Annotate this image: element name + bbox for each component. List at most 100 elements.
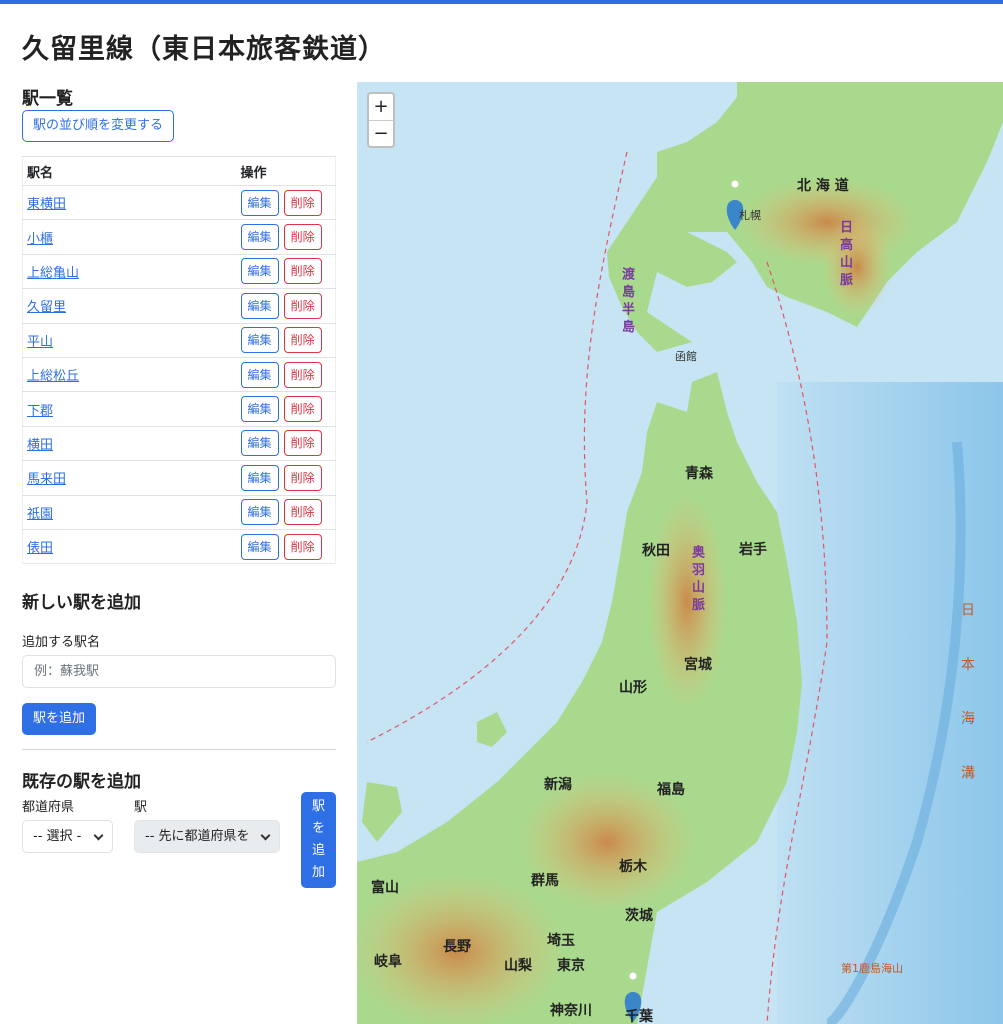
map-label-nagano: 長野 — [443, 939, 471, 955]
map-label-chiba: 千葉 — [625, 1009, 653, 1024]
station-name-cell: 久留里 — [22, 288, 237, 324]
edit-button[interactable]: 編集 — [240, 464, 279, 491]
station-link[interactable]: 下郡 — [27, 404, 53, 419]
map-label-aomori: 青森 — [685, 466, 713, 482]
add-station-button[interactable]: 駅を追加 — [22, 703, 97, 735]
button-char: 加 — [311, 865, 325, 880]
button-char: を — [311, 821, 325, 836]
edit-button[interactable]: 編集 — [240, 189, 279, 216]
map-label-seamount: 第1鹿島海山 — [841, 962, 903, 975]
station-link[interactable]: 久留里 — [27, 300, 66, 315]
table-row: 久留里 編集 削除 — [22, 288, 336, 324]
new-station-input[interactable]: 例：蘇我駅 — [22, 655, 336, 688]
actions-cell: 編集 削除 — [236, 528, 336, 564]
top-accent-bar — [0, 0, 1003, 4]
table-row: 横田 編集 削除 — [22, 425, 336, 461]
map-label-tochigi: 栃木 — [619, 859, 647, 875]
prefecture-select-value: -- 選択 - — [33, 829, 82, 844]
delete-button[interactable]: 削除 — [283, 258, 322, 285]
station-link[interactable]: 東横田 — [27, 197, 66, 212]
station-name-cell: 横田 — [22, 425, 237, 461]
station-link[interactable]: 上総松丘 — [27, 369, 79, 384]
map-label-ibaraki: 茨城 — [625, 908, 653, 924]
station-table: 駅名 操作 東横田 編集 削除 小櫃 編集 削除 上総亀山 編集 削除 久留里 編集 削除 平山… — [22, 156, 336, 565]
map-label-toyama: 富山 — [371, 880, 399, 896]
edit-button[interactable]: 編集 — [240, 224, 279, 251]
table-row: 小櫃 編集 削除 — [22, 219, 336, 255]
edit-button[interactable]: 編集 — [240, 327, 279, 354]
map-label-hakodate: 函館 — [675, 350, 697, 363]
actions-cell: 編集 削除 — [236, 460, 336, 496]
station-name-cell: 上総亀山 — [22, 253, 237, 289]
map-terrain — [357, 82, 1003, 1024]
new-station-label: 追加する駅名 — [22, 635, 101, 650]
station-name-cell: 平山 — [22, 322, 237, 358]
table-row: 馬来田 編集 削除 — [22, 460, 336, 496]
map-label-trench: 日 本 海 溝 — [959, 602, 975, 798]
table-row: 祇園 編集 削除 — [22, 494, 336, 530]
table-row: 上総松丘 編集 削除 — [22, 356, 336, 392]
delete-button[interactable]: 削除 — [283, 430, 322, 457]
station-link[interactable]: 祇園 — [27, 507, 53, 522]
station-link[interactable]: 馬来田 — [27, 472, 66, 487]
edit-button[interactable]: 編集 — [240, 292, 279, 319]
hidaka-mountains — [822, 217, 892, 317]
map-label-gifu: 岐阜 — [374, 954, 402, 970]
edit-button[interactable]: 編集 — [240, 396, 279, 423]
delete-button[interactable]: 削除 — [283, 189, 322, 216]
edit-button[interactable]: 編集 — [240, 499, 279, 526]
map-label-akita: 秋田 — [642, 543, 670, 559]
zoom-out-button[interactable]: − — [369, 120, 393, 146]
map-label-hidaka: 日 高 山 脈 — [837, 220, 852, 286]
map-label-ou: 奥 羽 山 脈 — [689, 545, 704, 611]
actions-cell: 編集 削除 — [236, 184, 336, 220]
station-name-cell: 下郡 — [22, 391, 237, 427]
map-label-fukushima: 福島 — [657, 782, 685, 798]
station-name-cell: 祇園 — [22, 494, 237, 530]
station-name-cell: 東横田 — [22, 184, 237, 220]
actions-cell: 編集 削除 — [236, 253, 336, 289]
station-link[interactable]: 俵田 — [27, 541, 53, 556]
column-station-name: 駅名 — [22, 156, 237, 186]
actions-cell: 編集 削除 — [236, 494, 336, 530]
edit-button[interactable]: 編集 — [240, 430, 279, 457]
delete-button[interactable]: 削除 — [283, 361, 322, 388]
map-label-oshima: 渡 島 半 島 — [619, 267, 634, 333]
add-existing-station-button[interactable]: 駅を追加 — [301, 792, 336, 888]
table-row: 平山 編集 削除 — [22, 322, 336, 358]
delete-button[interactable]: 削除 — [283, 464, 322, 491]
divider — [22, 749, 336, 750]
delete-button[interactable]: 削除 — [283, 292, 322, 319]
station-list-heading: 駅一覧 — [22, 89, 73, 109]
station-name-cell: 小櫃 — [22, 219, 237, 255]
station-link[interactable]: 横田 — [27, 438, 53, 453]
delete-button[interactable]: 削除 — [283, 327, 322, 354]
station-link[interactable]: 平山 — [27, 335, 53, 350]
prefecture-select[interactable]: -- 選択 - — [22, 820, 113, 853]
edit-button[interactable]: 編集 — [240, 533, 279, 560]
delete-button[interactable]: 削除 — [283, 499, 322, 526]
reorder-stations-button[interactable]: 駅の並び順を変更する — [22, 110, 175, 142]
new-station-heading: 新しい駅を追加 — [22, 593, 141, 613]
delete-button[interactable]: 削除 — [283, 224, 322, 251]
edit-button[interactable]: 編集 — [240, 258, 279, 285]
map-label-hokkaido: 北 海 道 — [797, 178, 849, 194]
chevron-down-icon — [93, 830, 104, 841]
station-link[interactable]: 上総亀山 — [27, 266, 79, 281]
prefecture-label: 都道府県 — [22, 800, 75, 815]
delete-button[interactable]: 削除 — [283, 533, 322, 560]
edit-button[interactable]: 編集 — [240, 361, 279, 388]
zoom-in-button[interactable]: + — [369, 94, 393, 120]
station-select[interactable]: -- 先に都道府県を — [134, 820, 280, 853]
chevron-down-icon — [260, 830, 271, 841]
map-label-yamagata: 山形 — [619, 680, 647, 696]
station-link[interactable]: 小櫃 — [27, 232, 53, 247]
actions-cell: 編集 削除 — [236, 425, 336, 461]
existing-station-heading: 既存の駅を追加 — [22, 772, 141, 792]
delete-button[interactable]: 削除 — [283, 396, 322, 423]
station-name-cell: 上総松丘 — [22, 356, 237, 392]
map-zoom-control: + − — [367, 92, 395, 148]
map-view[interactable]: + − 北 海 道 札幌 函館 日 高 山 脈 渡 島 半 島 青森 秋田 岩手… — [357, 82, 1003, 1024]
map-label-miyagi: 宮城 — [684, 657, 712, 673]
station-name-cell: 馬来田 — [22, 460, 237, 496]
